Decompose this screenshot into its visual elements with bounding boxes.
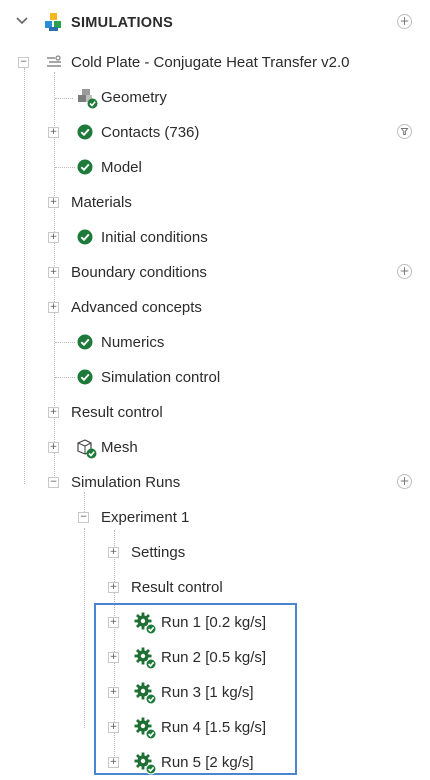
expand-advanced-concepts-toggle[interactable]: + xyxy=(48,302,59,313)
expand-run-toggle[interactable]: + xyxy=(108,652,119,663)
expand-result-control-toggle[interactable]: + xyxy=(48,407,59,418)
header-chevron[interactable] xyxy=(15,14,29,33)
tree-item-run[interactable]: Run 4 [1.5 kg/s] xyxy=(161,710,266,745)
tree-item-advanced-concepts[interactable]: Advanced concepts xyxy=(71,290,202,325)
tree-item-contacts[interactable]: Contacts (736) xyxy=(101,115,199,150)
experiment-label: Experiment 1 xyxy=(101,509,190,526)
gear-check-icon xyxy=(133,646,157,675)
expand-contacts-toggle[interactable]: + xyxy=(48,127,59,138)
contacts-filter-button[interactable] xyxy=(397,124,412,139)
materials-label: Materials xyxy=(71,194,132,211)
chevron-down-icon xyxy=(16,17,28,25)
add-simulation-button[interactable]: + xyxy=(397,14,412,29)
expand-run-toggle[interactable]: + xyxy=(108,687,119,698)
advanced-concepts-label: Advanced concepts xyxy=(71,299,202,316)
tree-item-settings[interactable]: Settings xyxy=(131,535,185,570)
geometry-icon xyxy=(77,87,99,114)
model-label: Model xyxy=(101,159,142,176)
collapse-experiment-toggle[interactable]: − xyxy=(78,512,89,523)
simulation-icon xyxy=(45,54,63,75)
check-icon xyxy=(77,334,93,355)
check-icon xyxy=(77,369,93,390)
tree-item-simulation-control[interactable]: Simulation control xyxy=(101,360,220,395)
tree-item-run[interactable]: Run 2 [0.5 kg/s] xyxy=(161,640,266,675)
add-simulation-run-button[interactable]: + xyxy=(397,474,412,489)
expand-boundary-conditions-toggle[interactable]: + xyxy=(48,267,59,278)
check-icon xyxy=(77,159,93,180)
expand-mesh-toggle[interactable]: + xyxy=(48,442,59,453)
tree-item-run[interactable]: Run 5 [2 kg/s] xyxy=(161,745,254,780)
boundary-conditions-label: Boundary conditions xyxy=(71,264,207,281)
check-icon xyxy=(77,229,93,250)
tree-item-numerics[interactable]: Numerics xyxy=(101,325,164,360)
tree-item-initial-conditions[interactable]: Initial conditions xyxy=(101,220,208,255)
run-label: Run 5 [2 kg/s] xyxy=(161,754,254,771)
gear-check-icon xyxy=(133,611,157,640)
expand-initial-conditions-toggle[interactable]: + xyxy=(48,232,59,243)
tree-item-experiment[interactable]: Experiment 1 xyxy=(101,500,189,535)
tree-item-experiment-result-control[interactable]: Result control xyxy=(131,570,223,605)
mesh-label: Mesh xyxy=(101,439,138,456)
run-label: Run 4 [1.5 kg/s] xyxy=(161,719,267,736)
simulations-logo-icon xyxy=(44,12,64,37)
tree-item-run[interactable]: Run 1 [0.2 kg/s] xyxy=(161,605,266,640)
tree-item-result-control[interactable]: Result control xyxy=(71,395,163,430)
expand-settings-toggle[interactable]: + xyxy=(108,547,119,558)
collapse-root-toggle[interactable]: − xyxy=(18,57,29,68)
experiment-result-control-label: Result control xyxy=(131,579,223,596)
contacts-label: Contacts (736) xyxy=(101,124,200,141)
mesh-icon xyxy=(76,437,98,464)
add-boundary-condition-button[interactable]: + xyxy=(397,264,412,279)
tree-item-run[interactable]: Run 3 [1 kg/s] xyxy=(161,675,254,710)
expand-run-toggle[interactable]: + xyxy=(108,757,119,768)
tree-item-geometry[interactable]: Geometry xyxy=(101,80,167,115)
collapse-simulation-runs-toggle[interactable]: − xyxy=(48,477,59,488)
run-label: Run 1 [0.2 kg/s] xyxy=(161,614,267,631)
simulations-title: SIMULATIONS xyxy=(71,14,174,31)
gear-check-icon xyxy=(133,716,157,745)
check-icon xyxy=(77,124,93,145)
expand-experiment-result-control-toggle[interactable]: + xyxy=(108,582,119,593)
gear-check-icon xyxy=(133,681,157,710)
tree-item-materials[interactable]: Materials xyxy=(71,185,132,220)
tree-item-simulation-runs[interactable]: Simulation Runs xyxy=(71,465,180,500)
tree-item-boundary-conditions[interactable]: Boundary conditions xyxy=(71,255,207,290)
settings-label: Settings xyxy=(131,544,186,561)
tree-item-root[interactable]: Cold Plate - Conjugate Heat Transfer v2.… xyxy=(71,45,349,80)
geometry-label: Geometry xyxy=(101,89,167,106)
expand-run-toggle[interactable]: + xyxy=(108,617,119,628)
simulation-runs-label: Simulation Runs xyxy=(71,474,181,491)
run-label: Run 2 [0.5 kg/s] xyxy=(161,649,267,666)
expand-run-toggle[interactable]: + xyxy=(108,722,119,733)
tree-item-mesh[interactable]: Mesh xyxy=(101,430,138,465)
root-label: Cold Plate - Conjugate Heat Transfer v2.… xyxy=(71,54,350,71)
tree-item-model[interactable]: Model xyxy=(101,150,142,185)
gear-check-icon xyxy=(133,751,157,780)
run-label: Run 3 [1 kg/s] xyxy=(161,684,254,701)
expand-materials-toggle[interactable]: + xyxy=(48,197,59,208)
result-control-label: Result control xyxy=(71,404,163,421)
filter-icon xyxy=(400,128,409,135)
numerics-label: Numerics xyxy=(101,334,165,351)
initial-conditions-label: Initial conditions xyxy=(101,229,208,246)
simulation-control-label: Simulation control xyxy=(101,369,221,386)
